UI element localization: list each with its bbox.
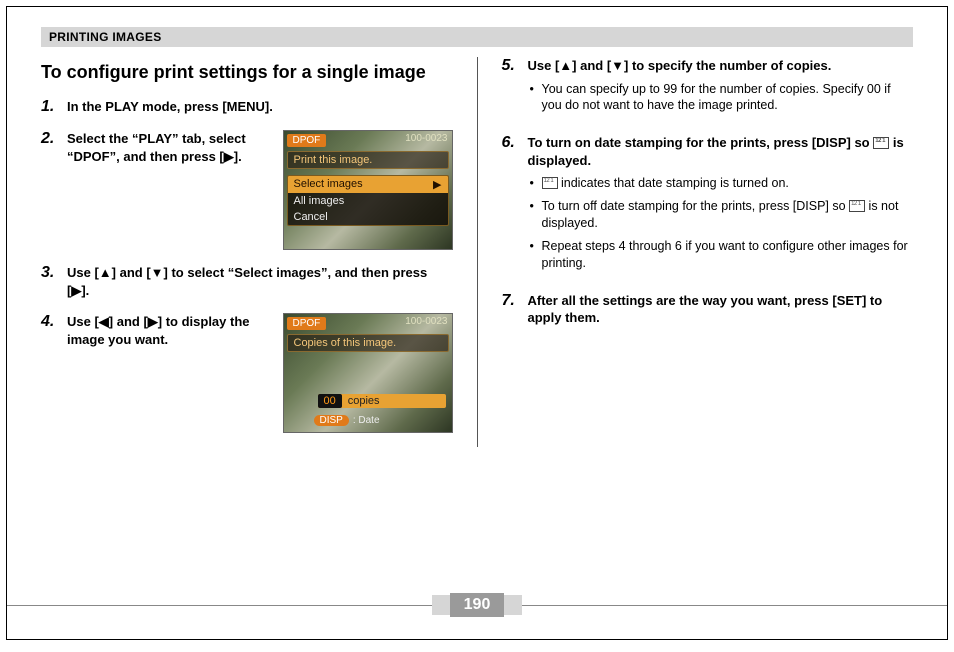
step-text: Use [▲] and [▼] to specify the number of… [528, 57, 914, 75]
footer-spacer [432, 595, 450, 615]
step-text: To turn on date stamping for the prints,… [528, 134, 914, 169]
lcd-menu-item-cancel: Cancel [288, 209, 448, 225]
step-number: 1. [41, 98, 59, 116]
section-header: PRINTING IMAGES [41, 27, 913, 47]
footer-rule [7, 605, 432, 606]
menu-label: Cancel [294, 211, 328, 223]
bullet: indicates that date stamping is turned o… [528, 175, 914, 192]
lcd-disp-bar: DISP : Date [314, 415, 380, 426]
lcd-tab: DPOF [287, 317, 327, 330]
step-6: 6. To turn on date stamping for the prin… [502, 134, 914, 277]
menu-label: All images [294, 195, 345, 207]
step-number: 5. [502, 57, 520, 120]
step-number: 4. [41, 313, 59, 433]
datestamp-icon [849, 200, 865, 212]
footer-rule [522, 605, 947, 606]
step-bullets: You can specify up to 99 for the number … [528, 81, 914, 115]
disp-chip: DISP [314, 415, 349, 426]
bullet: You can specify up to 99 for the number … [528, 81, 914, 115]
footer-spacer [504, 595, 522, 615]
step-1: 1. In the PLAY mode, press [MENU]. [41, 98, 453, 116]
step-2: 2. Select the “PLAY” tab, select “DPOF”,… [41, 130, 453, 250]
lcd-title: Copies of this image. [287, 334, 449, 352]
step-text: Use [◀] and [▶] to display the image you… [67, 313, 271, 348]
datestamp-icon [873, 137, 889, 149]
step-4: 4. Use [◀] and [▶] to display the image … [41, 313, 453, 433]
lcd-copies-bar: 00 copies [318, 394, 446, 408]
datestamp-icon [542, 177, 558, 189]
step-number: 3. [41, 264, 59, 299]
page-number: 190 [450, 593, 505, 617]
two-column-layout: To configure print settings for a single… [41, 57, 913, 447]
lcd-image-counter: 100-0023 [405, 316, 447, 327]
chevron-right-icon: ▶ [433, 178, 441, 191]
lcd-title: Print this image. [287, 151, 449, 169]
step-text: In the PLAY mode, press [MENU]. [67, 98, 453, 116]
column-divider [477, 57, 478, 447]
step-number: 6. [502, 134, 520, 277]
lcd-tab: DPOF [287, 134, 327, 147]
copies-value: 00 [318, 394, 342, 408]
lcd-menu-item-all-images: All images [288, 193, 448, 209]
bullet: To turn off date stamping for the prints… [528, 198, 914, 232]
step-text: Select the “PLAY” tab, select “DPOF”, an… [67, 130, 271, 165]
step-number: 7. [502, 292, 520, 327]
step-number: 2. [41, 130, 59, 250]
copies-label: copies [348, 395, 380, 407]
page-frame: PRINTING IMAGES To configure print setti… [6, 6, 948, 640]
step-bullets: indicates that date stamping is turned o… [528, 175, 914, 271]
menu-label: Select images [294, 178, 363, 191]
lcd-menu: Select images ▶ All images Cancel [287, 175, 449, 226]
step-text: Use [▲] and [▼] to select “Select images… [67, 264, 453, 299]
lcd-image-counter: 100-0023 [405, 133, 447, 144]
lcd-menu-item-select-images: Select images ▶ [288, 176, 448, 193]
page-footer: 190 [7, 593, 947, 617]
left-column: To configure print settings for a single… [41, 57, 453, 447]
step-7: 7. After all the settings are the way yo… [502, 292, 914, 327]
right-column: 5. Use [▲] and [▼] to specify the number… [502, 57, 914, 447]
step-text: After all the settings are the way you w… [528, 292, 914, 327]
camera-lcd-dpof-menu: DPOF 100-0023 Print this image. Select i… [283, 130, 453, 250]
camera-lcd-copies: DPOF 100-0023 Copies of this image. 00 c… [283, 313, 453, 433]
step-5: 5. Use [▲] and [▼] to specify the number… [502, 57, 914, 120]
bullet: Repeat steps 4 through 6 if you want to … [528, 238, 914, 272]
step-3: 3. Use [▲] and [▼] to select “Select ima… [41, 264, 453, 299]
disp-label: : Date [353, 415, 380, 426]
section-title: To configure print settings for a single… [41, 61, 453, 84]
